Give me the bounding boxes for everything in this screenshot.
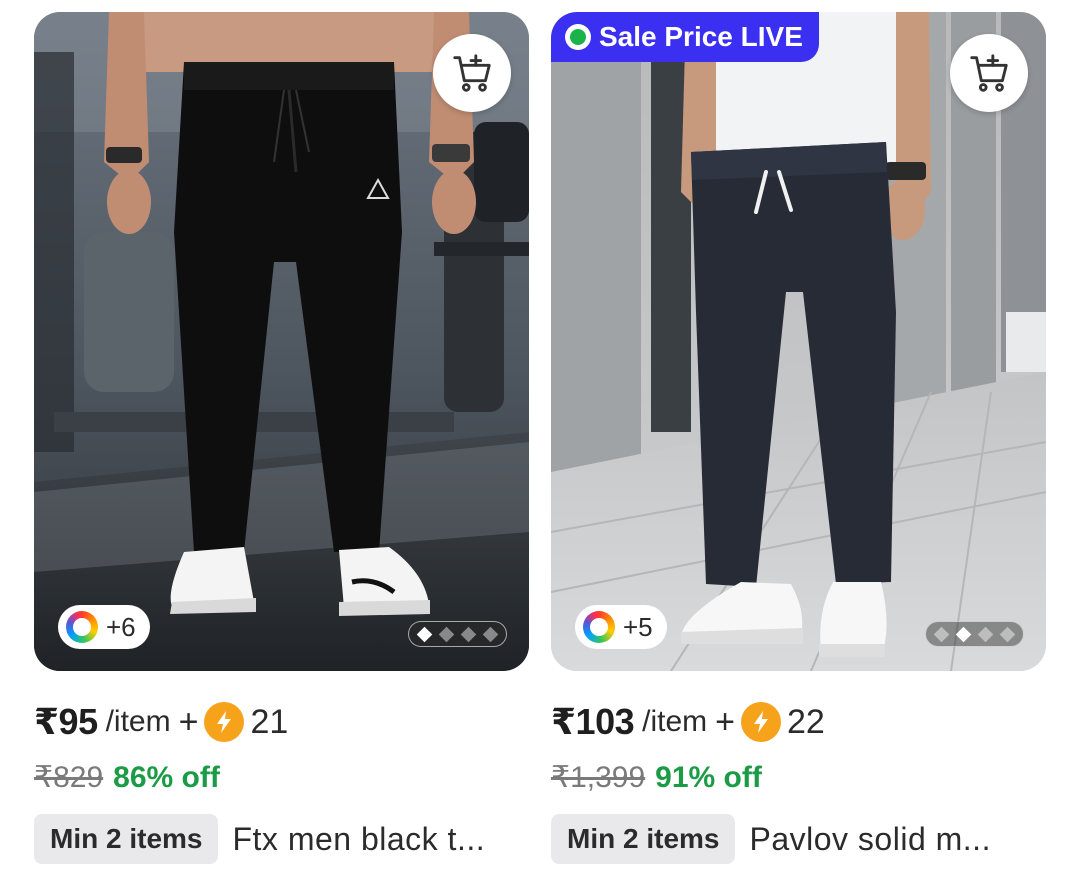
carousel-dot[interactable]: [955, 626, 972, 642]
price: ₹103: [551, 701, 635, 742]
lightning-coin-icon: [741, 702, 781, 742]
carousel-dot[interactable]: [933, 626, 950, 642]
discount-percent: 91% off: [655, 760, 762, 794]
min-items-chip: Min 2 items: [34, 814, 219, 864]
per-item-label: /item: [105, 705, 171, 738]
sale-price-live-badge: Sale Price LIVE: [551, 12, 819, 62]
price-row: ₹103 /item + 22: [551, 700, 825, 744]
original-price: ₹829: [34, 761, 104, 794]
min-items-chip: Min 2 items: [551, 814, 736, 864]
image-carousel-dots[interactable]: [408, 621, 507, 647]
carousel-dot[interactable]: [482, 626, 499, 642]
coin-amount: 21: [250, 702, 289, 741]
image-carousel-dots[interactable]: [925, 621, 1024, 647]
product-image[interactable]: Sale Price LIVE +5: [551, 12, 1046, 671]
meta-row: Min 2 items Pavlov solid m...: [551, 814, 1046, 864]
product-title[interactable]: Ftx men black t...: [232, 821, 485, 858]
lightning-coin-icon: [204, 702, 245, 742]
live-dot-icon: [565, 24, 591, 50]
add-to-cart-icon: [453, 54, 491, 92]
add-to-cart-button[interactable]: [433, 34, 511, 112]
carousel-dot[interactable]: [999, 626, 1016, 642]
black-track-pants-photo: [34, 12, 529, 671]
add-to-cart-button[interactable]: [950, 34, 1028, 112]
color-variants-icon: [583, 611, 615, 643]
variant-count: +5: [623, 611, 653, 642]
carousel-dot[interactable]: [416, 626, 433, 642]
coin-amount: 22: [787, 702, 825, 741]
navy-trousers-photo: [551, 12, 1046, 671]
plus-sign: +: [178, 702, 199, 741]
carousel-dot[interactable]: [438, 626, 455, 642]
add-to-cart-icon: [970, 54, 1008, 92]
price-row: ₹95 /item + 21: [34, 700, 288, 744]
price: ₹95: [34, 701, 98, 742]
plus-sign: +: [715, 702, 735, 741]
discount-percent: 86% off: [113, 760, 220, 794]
color-variants-icon: [66, 611, 98, 643]
discount-row: ₹1,399 91% off: [551, 760, 762, 795]
per-item-label: /item: [642, 705, 708, 738]
product-card[interactable]: +6 ₹95 /item + 21 ₹829 86% off Min 2 ite…: [34, 12, 529, 870]
carousel-dot[interactable]: [977, 626, 994, 642]
discount-row: ₹829 86% off: [34, 760, 220, 795]
product-title[interactable]: Pavlov solid m...: [749, 821, 990, 858]
meta-row: Min 2 items Ftx men black t...: [34, 814, 529, 864]
variant-count: +6: [106, 611, 136, 642]
original-price: ₹1,399: [551, 761, 646, 794]
color-variants-badge[interactable]: +6: [58, 605, 150, 649]
color-variants-badge[interactable]: +5: [575, 605, 667, 649]
sale-badge-label: Sale Price LIVE: [599, 21, 803, 52]
product-card[interactable]: Sale Price LIVE +5 ₹103 /item + 22 ₹1,39…: [551, 12, 1046, 870]
product-image[interactable]: +6: [34, 12, 529, 671]
carousel-dot[interactable]: [460, 626, 477, 642]
